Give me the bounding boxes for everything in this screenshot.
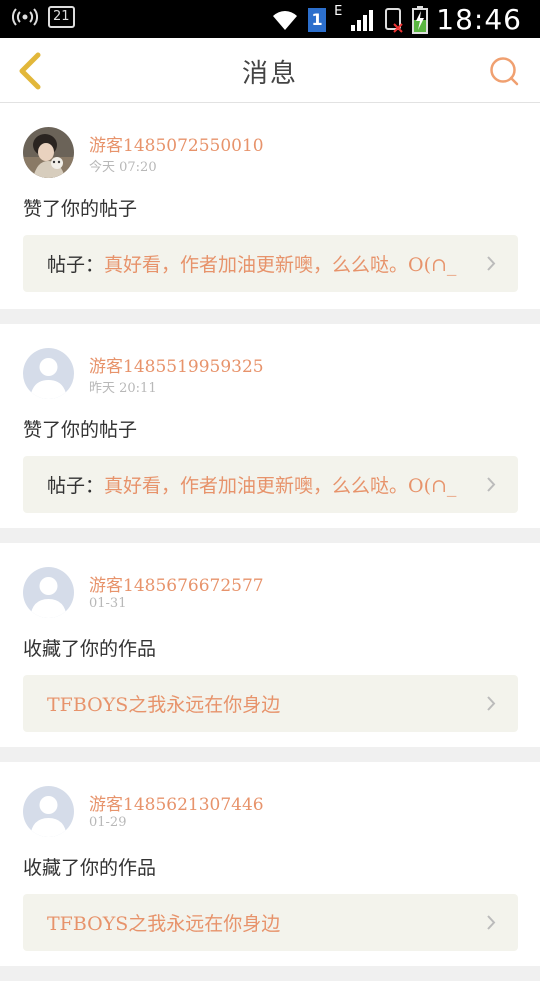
avatar[interactable] — [23, 127, 74, 178]
battery-charging-icon — [412, 5, 429, 34]
username[interactable]: 游客1485072550010 — [89, 131, 264, 156]
avatar[interactable] — [23, 786, 74, 837]
referenced-post[interactable]: 帖子：真好看，作者加油更新噢，么么哒。O(∩_ — [23, 235, 518, 292]
ref-prefix: 帖子： — [47, 475, 105, 497]
ref-body: 真好看，作者加油更新噢，么么哒。O(∩_ — [104, 475, 457, 497]
timestamp: 01-31 — [89, 596, 127, 611]
referenced-work[interactable]: TFBOYS之我永远在你身边 — [23, 675, 518, 732]
list-item: 游客1485519959325 昨天 20:11 赞了你的帖子 帖子：真好看，作… — [0, 324, 540, 528]
hotspot-icon — [12, 8, 38, 26]
wifi-icon — [273, 10, 298, 30]
avatar[interactable] — [23, 348, 74, 399]
chevron-right-icon — [487, 696, 496, 711]
notification-count-badge: 21 — [48, 6, 75, 28]
timestamp: 昨天 20:11 — [89, 381, 157, 396]
ref-body: 真好看，作者加油更新噢，么么哒。O(∩_ — [104, 254, 457, 276]
ref-prefix: 帖子： — [47, 254, 105, 276]
list-item: 游客1485621307446 01-29 收藏了你的作品 TFBOYS之我永远… — [0, 762, 540, 966]
status-bar: 21 1 E 18:46 — [0, 0, 540, 38]
action-text: 收藏了你的作品 — [23, 857, 157, 879]
default-avatar-icon — [23, 567, 74, 618]
no-sim-icon — [385, 7, 404, 33]
chevron-right-icon — [487, 477, 496, 492]
network-type: E — [334, 4, 343, 19]
username[interactable]: 游客1485676672577 — [89, 571, 264, 596]
action-text: 赞了你的帖子 — [23, 198, 138, 220]
action-text: 收藏了你的作品 — [23, 638, 157, 660]
referenced-post-text: 帖子：真好看，作者加油更新噢，么么哒。O(∩_ — [47, 250, 467, 277]
ref-body: TFBOYS之我永远在你身边 — [47, 694, 281, 716]
referenced-work-text: TFBOYS之我永远在你身边 — [47, 909, 467, 936]
header-bar: 消息 — [0, 38, 540, 103]
chevron-right-icon — [487, 915, 496, 930]
timestamp: 今天 07:20 — [89, 160, 157, 175]
clock: 18:46 — [436, 3, 522, 36]
search-button[interactable] — [488, 55, 520, 87]
list-item: 游客1485676672577 01-31 收藏了你的作品 TFBOYS之我永远… — [0, 543, 540, 747]
notification-list: 游客1485072550010 今天 07:20 赞了你的帖子 帖子：真好看，作… — [0, 103, 540, 981]
referenced-work-text: TFBOYS之我永远在你身边 — [47, 690, 467, 717]
page-title: 消息 — [241, 59, 298, 89]
signal-icon — [351, 9, 374, 31]
referenced-post[interactable]: 帖子：真好看，作者加油更新噢，么么哒。O(∩_ — [23, 456, 518, 513]
chevron-right-icon — [487, 256, 496, 271]
avatar[interactable] — [23, 567, 74, 618]
user-photo-icon — [23, 127, 74, 178]
referenced-work[interactable]: TFBOYS之我永远在你身边 — [23, 894, 518, 951]
list-item: 游客1485072550010 今天 07:20 赞了你的帖子 帖子：真好看，作… — [0, 103, 540, 309]
default-avatar-icon — [23, 348, 74, 399]
default-avatar-icon — [23, 786, 74, 837]
username[interactable]: 游客1485519959325 — [89, 352, 264, 377]
referenced-post-text: 帖子：真好看，作者加油更新噢，么么哒。O(∩_ — [47, 471, 467, 498]
ref-body: TFBOYS之我永远在你身边 — [47, 913, 281, 935]
search-icon — [490, 57, 519, 86]
action-text: 赞了你的帖子 — [23, 419, 138, 441]
username[interactable]: 游客1485621307446 — [89, 790, 264, 815]
sim-indicator: 1 — [308, 7, 327, 32]
timestamp: 01-29 — [89, 815, 127, 830]
